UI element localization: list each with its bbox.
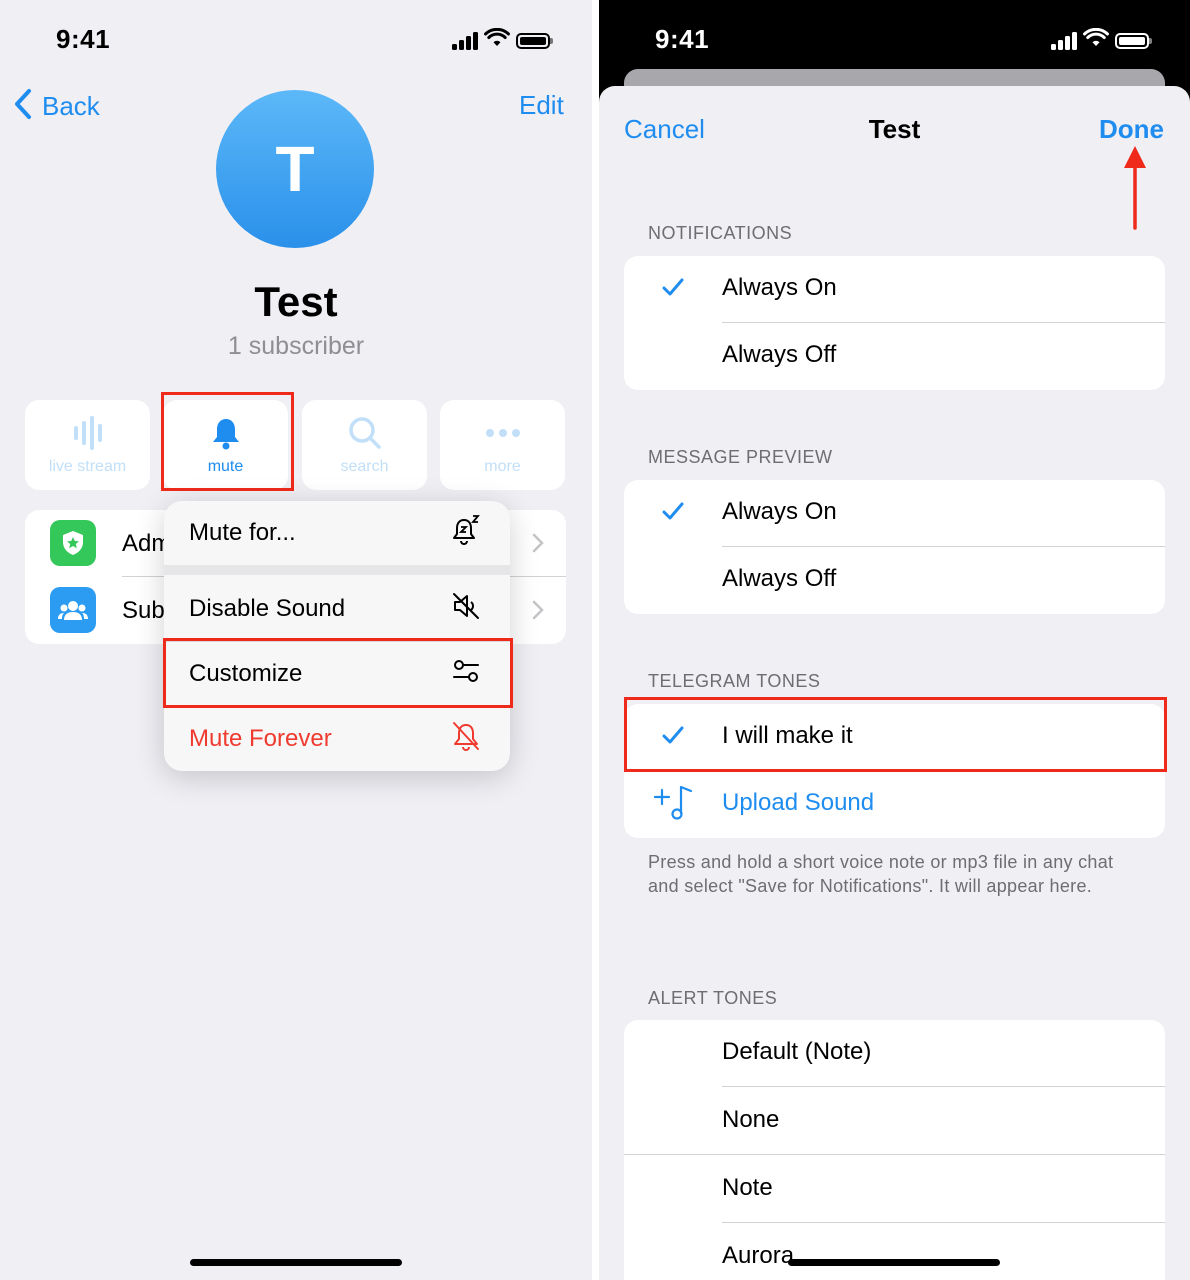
upload-sound-label: Upload Sound [722,789,875,816]
back-label: Back [42,91,100,121]
upload-sound-row[interactable]: Upload Sound [624,771,1165,838]
mute-context-menu: Mute for... Disable Sound Customize Mute… [164,501,510,771]
telegram-tones-header: TELEGRAM TONES [648,671,821,691]
search-icon [347,414,383,452]
subscribers-icon [50,587,96,633]
right-screen: 9:41 Cancel Test Done NOTIFICATIONS Alwa… [599,0,1190,1280]
preview-always-off-row[interactable]: Always Off [624,547,1165,614]
mute-highlight-box [161,392,294,491]
cellular-signal-icon [1051,31,1077,50]
notification-settings-sheet: Cancel Test Done NOTIFICATIONS Always On… [599,86,1190,1280]
checkmark-icon [661,500,685,527]
mute-forever-item[interactable]: Mute Forever [164,707,510,771]
live-stream-button[interactable]: live stream [25,400,150,490]
bell-slash-icon [450,720,482,759]
wifi-icon [1083,27,1109,53]
option-label: Always Off [722,341,837,368]
chevron-left-icon [12,88,34,125]
alert-tones-header: ALERT TONES [648,988,778,1008]
row-divider [722,1222,1165,1223]
preview-always-on-row[interactable]: Always On [624,480,1165,547]
notifications-always-on-row[interactable]: Always On [624,256,1165,323]
arrow-up-icon [1121,144,1149,237]
checkmark-icon [661,276,685,303]
tone-label: None [722,1106,780,1133]
more-label: more [484,458,521,475]
home-indicator [788,1259,1000,1266]
chevron-right-icon [532,532,544,560]
disable-sound-label: Disable Sound [189,595,346,622]
back-button[interactable]: Back [12,88,100,125]
notifications-always-off-row[interactable]: Always Off [624,323,1165,390]
channel-name: Test [254,278,338,325]
avatar: T [216,90,374,248]
message-preview-group: Always On Always Off [624,480,1165,614]
more-button[interactable]: more [440,400,565,490]
tone-highlight-box [624,697,1167,772]
search-label: search [340,458,389,475]
notifications-header: NOTIFICATIONS [648,223,793,243]
alert-tone-row[interactable]: Aurora [624,1224,1165,1280]
tone-label: Default (Note) [722,1038,872,1065]
option-label: Always Off [722,565,837,592]
battery-icon [1115,32,1152,49]
alert-tone-row[interactable]: Note [624,1156,1165,1223]
telegram-tones-footnote: Press and hold a short voice note or mp3… [648,852,1114,896]
battery-icon [516,32,553,49]
option-label: Always On [722,498,837,525]
alert-tone-row[interactable]: None [624,1088,1165,1155]
search-button[interactable]: search [302,400,427,490]
menu-gap [164,565,510,575]
status-icons [452,27,553,53]
ellipsis-icon [485,414,521,452]
chevron-right-icon [532,599,544,627]
home-indicator [190,1259,402,1266]
tone-label: Note [722,1174,773,1201]
message-preview-header: MESSAGE PREVIEW [648,447,833,467]
mute-for-label: Mute for... [189,519,296,546]
status-time: 9:41 [56,24,111,54]
live-stream-label: live stream [48,458,127,475]
done-button[interactable]: Done [1099,114,1164,145]
waveform-icon [71,414,105,452]
bell-zzz-icon [450,514,482,553]
upload-sound-icon [651,783,695,828]
admin-shield-icon [50,520,96,566]
mute-for-item[interactable]: Mute for... [164,501,510,565]
subscriber-count: 1 subscriber [227,332,365,360]
speaker-slash-icon [450,590,482,629]
customize-highlight-box [163,638,513,708]
mute-forever-label: Mute Forever [189,725,332,752]
disable-sound-item[interactable]: Disable Sound [164,577,510,641]
status-icons [1051,27,1152,53]
alert-tones-group: Default (Note) None Note Aurora [624,1020,1165,1280]
row-divider [624,1154,1165,1155]
option-label: Always On [722,274,837,301]
notifications-group: Always On Always Off [624,256,1165,390]
alert-tone-row[interactable]: Default (Note) [624,1020,1165,1087]
left-screen: 9:41 Back Edit T Test 1 subscriber live … [0,0,592,1280]
subscribers-label: Sub [122,597,165,624]
tone-label: Aurora [722,1242,795,1269]
wifi-icon [484,27,510,53]
edit-button[interactable]: Edit [519,90,564,121]
cellular-signal-icon [452,31,478,50]
status-time: 9:41 [655,24,710,54]
row-divider [722,1086,1165,1087]
